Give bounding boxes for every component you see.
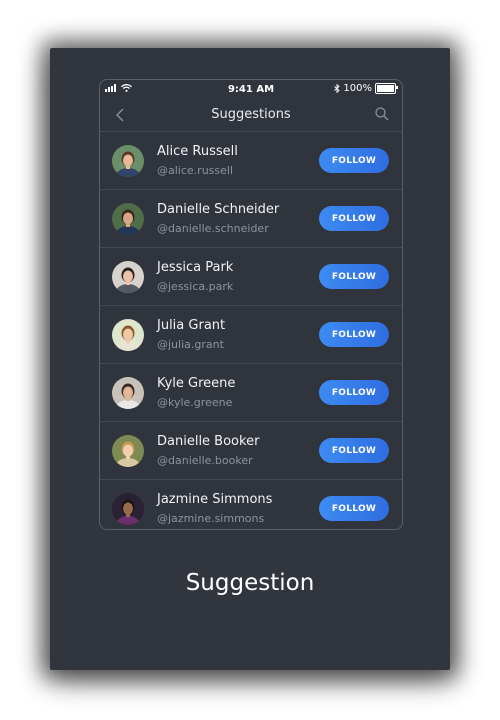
follow-button[interactable]: FOLLOW — [319, 148, 389, 173]
list-item[interactable]: Danielle Booker @danielle.booker FOLLOW — [100, 422, 402, 480]
user-handle: @danielle.booker — [157, 454, 253, 467]
follow-button[interactable]: FOLLOW — [319, 206, 389, 231]
user-handle: @jessica.park — [157, 280, 234, 293]
follow-button[interactable]: FOLLOW — [319, 264, 389, 289]
list-item[interactable]: Danielle Schneider @danielle.schneider F… — [100, 190, 402, 248]
user-name: Alice Russell — [157, 144, 238, 159]
user-handle: @julia.grant — [157, 338, 224, 351]
caption-title: Suggestion — [185, 570, 315, 596]
user-handle: @kyle.greene — [157, 396, 233, 409]
bluetooth-icon — [334, 84, 341, 93]
user-name: Kyle Greene — [157, 376, 236, 391]
suggestions-list: Alice Russell @alice.russell FOLLOW Dani… — [100, 132, 402, 529]
status-bar: 9:41 AM 100% — [100, 80, 402, 100]
user-name: Julia Grant — [157, 318, 226, 333]
page-title: Suggestions — [211, 107, 291, 122]
avatar — [112, 377, 144, 409]
user-name: Danielle Schneider — [157, 202, 280, 217]
user-name: Jessica Park — [157, 260, 234, 275]
list-item[interactable]: Julia Grant @julia.grant FOLLOW — [100, 306, 402, 364]
follow-button[interactable]: FOLLOW — [319, 322, 389, 347]
list-item[interactable]: Jazmine Simmons @jazmine.simmons FOLLOW — [100, 480, 402, 529]
screen-card: 9:41 AM 100% Suggestions Alice Russell @… — [50, 48, 450, 670]
avatar — [112, 435, 144, 467]
avatar — [112, 319, 144, 351]
user-handle: @jazmine.simmons — [157, 512, 265, 525]
avatar — [112, 261, 144, 293]
list-item[interactable]: Jessica Park @jessica.park FOLLOW — [100, 248, 402, 306]
status-right: 100% — [334, 83, 398, 94]
user-name: Jazmine Simmons — [157, 492, 273, 507]
nav-bar: Suggestions — [100, 100, 402, 132]
user-name: Danielle Booker — [157, 434, 260, 449]
user-handle: @danielle.schneider — [157, 222, 269, 235]
search-icon[interactable] — [374, 106, 390, 122]
follow-button[interactable]: FOLLOW — [319, 380, 389, 405]
list-item[interactable]: Alice Russell @alice.russell FOLLOW — [100, 132, 402, 190]
list-item[interactable]: Kyle Greene @kyle.greene FOLLOW — [100, 364, 402, 422]
avatar — [112, 203, 144, 235]
phone-frame: 9:41 AM 100% Suggestions Alice Russell @… — [99, 79, 403, 530]
user-handle: @alice.russell — [157, 164, 234, 177]
follow-button[interactable]: FOLLOW — [319, 496, 389, 521]
avatar — [112, 145, 144, 177]
avatar — [112, 493, 144, 525]
battery-icon — [375, 83, 398, 94]
follow-button[interactable]: FOLLOW — [319, 438, 389, 463]
battery-percent: 100% — [343, 83, 372, 94]
